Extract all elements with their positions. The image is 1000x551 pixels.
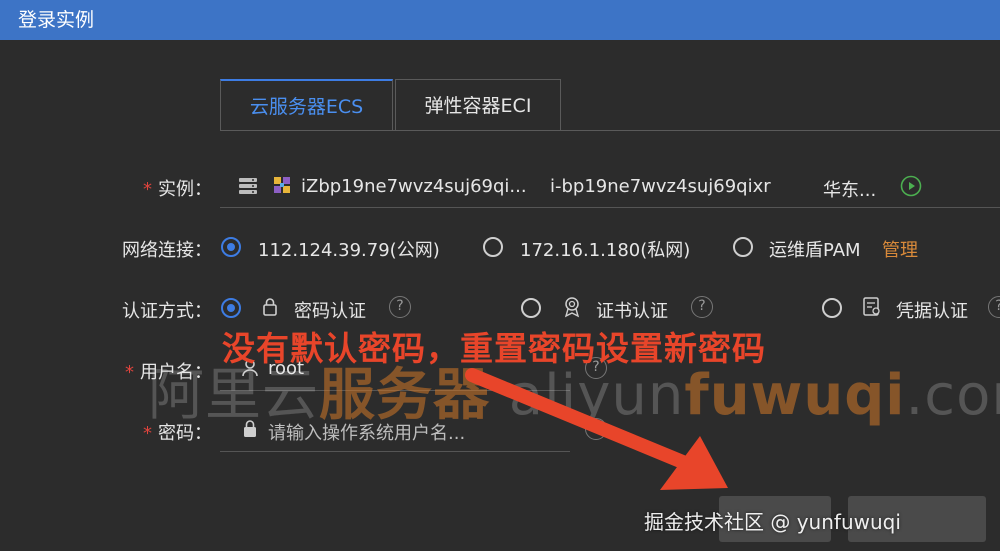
annotation-text: 没有默认密码，重置密码设置新密码 (222, 329, 766, 368)
credit-watermark: 掘金技术社区 @ yunfuwuqi (644, 510, 901, 534)
annotation-arrow (465, 368, 728, 490)
